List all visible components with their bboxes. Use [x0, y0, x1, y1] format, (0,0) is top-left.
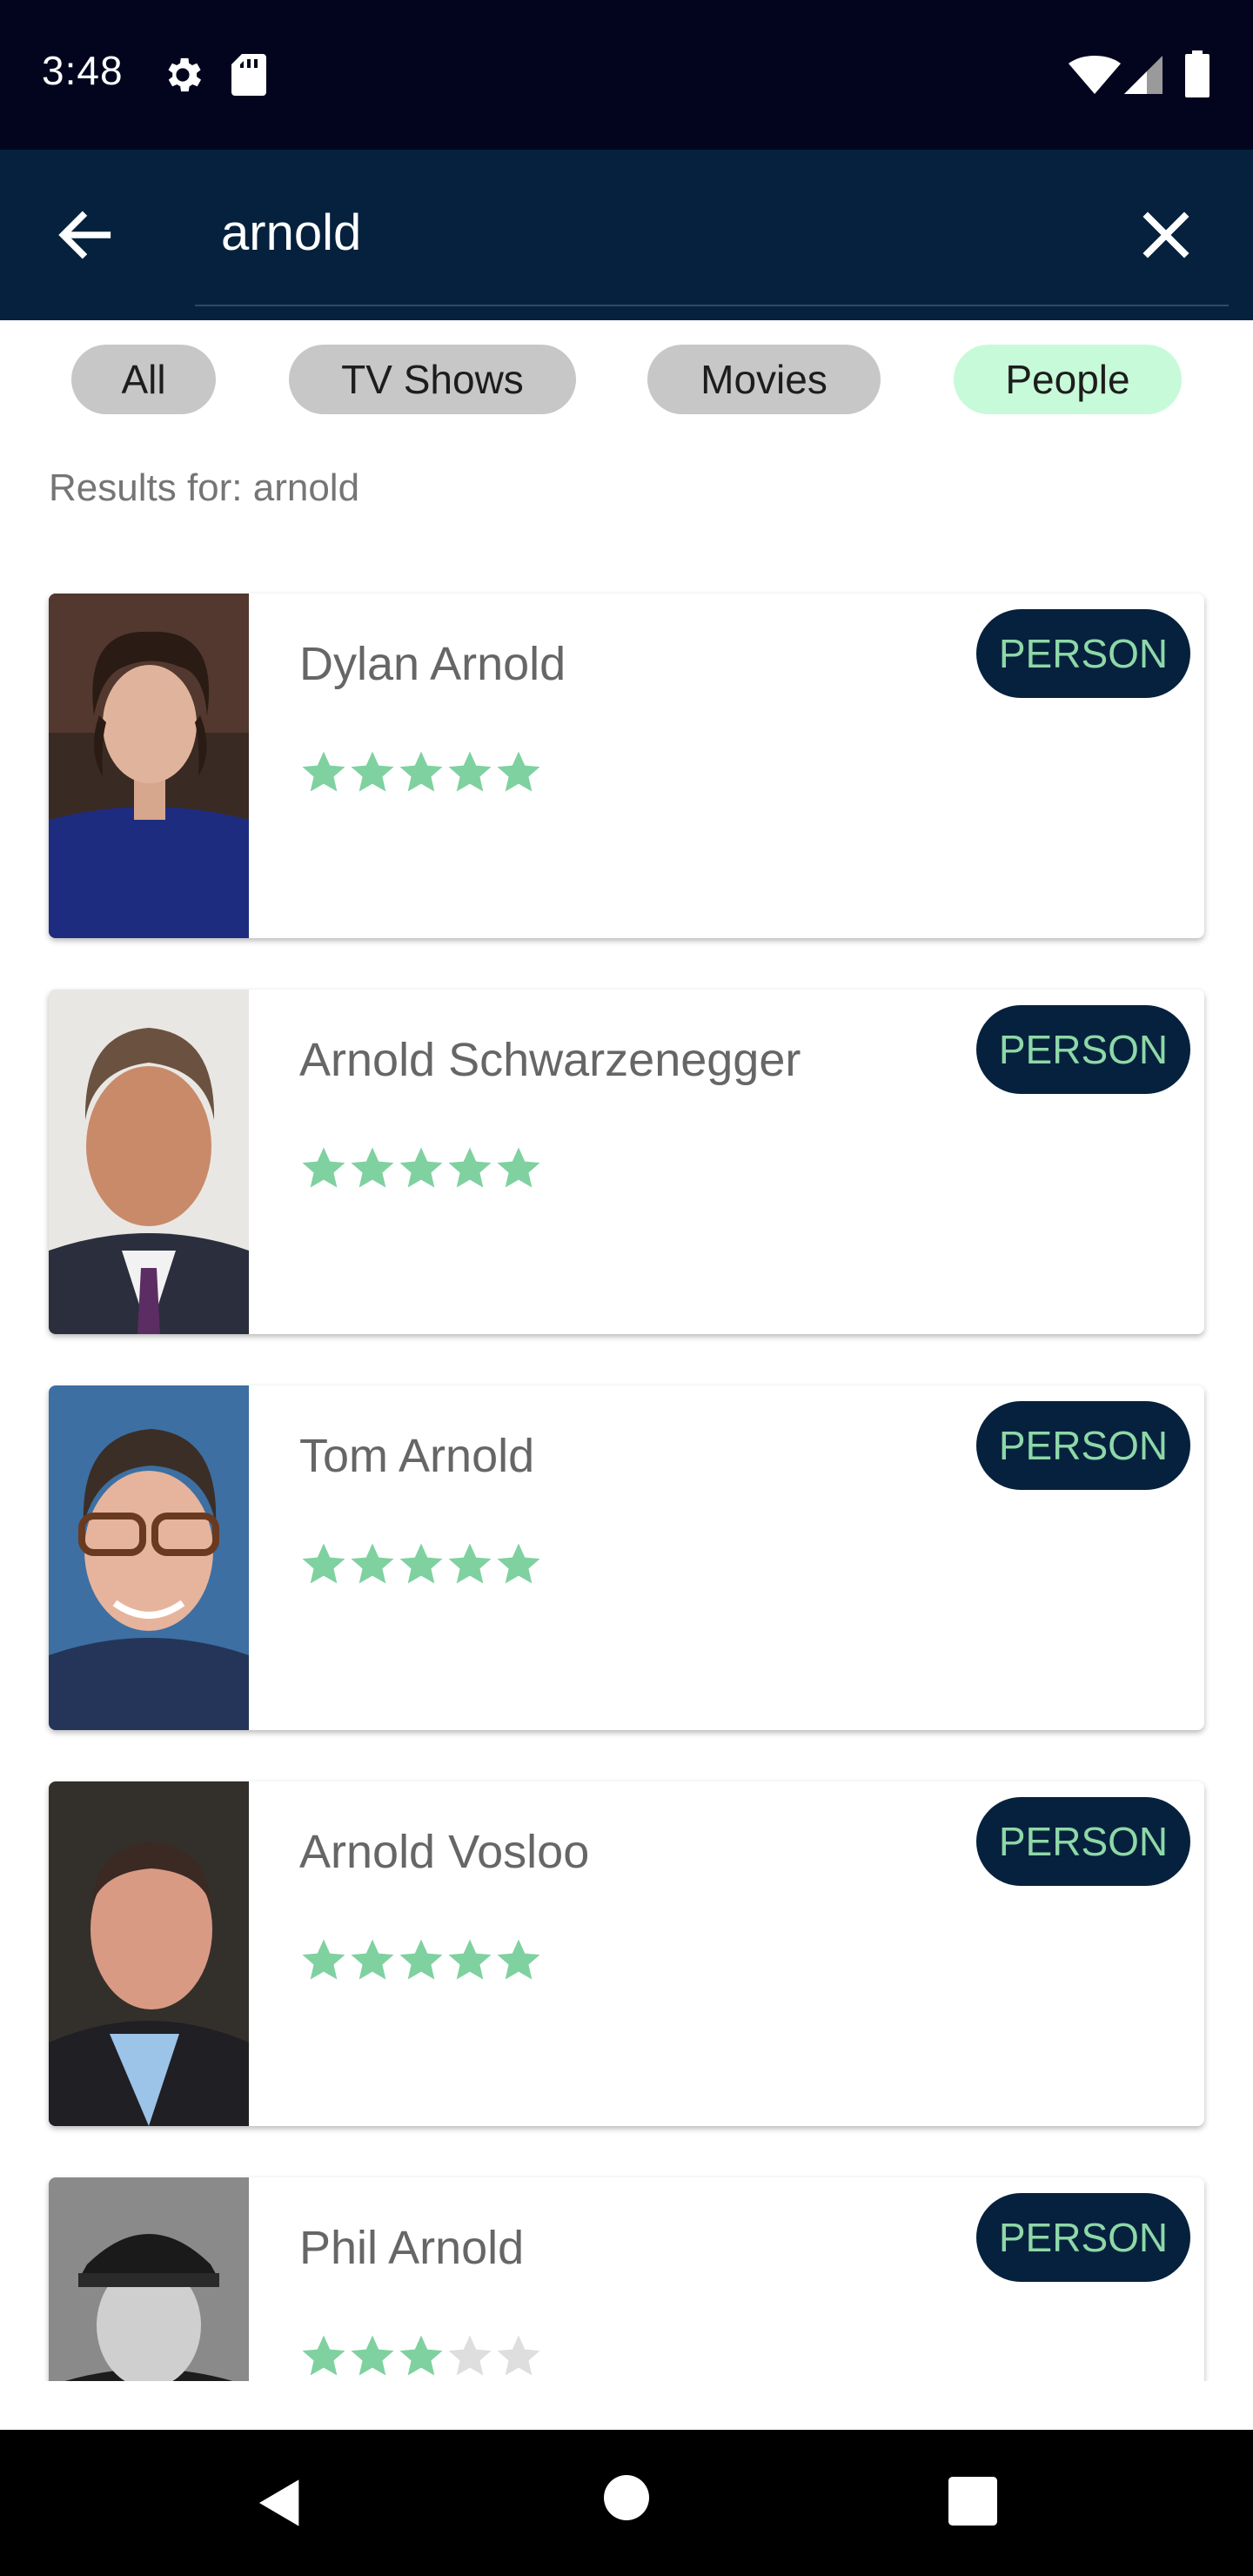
star-icon — [448, 751, 492, 792]
filter-chip-label: Movies — [700, 357, 828, 402]
nav-recents-icon[interactable] — [948, 2477, 997, 2526]
star-icon — [448, 1543, 492, 1584]
rating-stars — [299, 1144, 543, 1193]
star-icon — [302, 1939, 345, 1980]
star-icon — [448, 2335, 492, 2376]
gear-icon — [168, 57, 202, 92]
result-card[interactable]: Tom Arnold PERSON — [49, 1385, 1204, 1730]
star-icon — [351, 2335, 394, 2376]
filter-chip-label: People — [1005, 357, 1130, 402]
star-icon — [497, 1543, 540, 1584]
star-icon — [302, 1543, 345, 1584]
search-underline — [195, 305, 1229, 306]
results-label: Results for: arnold — [49, 466, 360, 509]
star-icon — [399, 1939, 443, 1980]
status-bar: 3:48 — [0, 0, 1253, 150]
person-photo — [49, 594, 249, 938]
star-icon — [497, 751, 540, 792]
star-icon — [497, 1147, 540, 1188]
wifi-icon — [1069, 56, 1121, 94]
system-nav-bar — [0, 2430, 1253, 2576]
star-icon — [399, 2335, 443, 2376]
star-icon — [302, 2335, 345, 2376]
nav-home-icon[interactable] — [604, 2475, 649, 2520]
person-name: Arnold Schwarzenegger — [299, 1034, 801, 1086]
star-icon — [351, 1543, 394, 1584]
rating-stars — [299, 1936, 543, 1985]
person-photo — [49, 1385, 249, 1730]
rating-stars — [299, 2332, 543, 2381]
filter-chip-label: All — [121, 357, 166, 402]
result-card[interactable]: Arnold Vosloo PERSON — [49, 1781, 1204, 2126]
star-icon — [497, 1939, 540, 1980]
star-icon — [351, 751, 394, 792]
status-time: 3:48 — [42, 48, 124, 93]
person-photo — [49, 1781, 249, 2126]
star-icon — [351, 1939, 394, 1980]
nav-back-icon[interactable] — [252, 2475, 308, 2531]
person-name: Arnold Vosloo — [299, 1826, 590, 1878]
result-card[interactable]: Dylan Arnold PERSON — [49, 594, 1204, 938]
filter-chip-tv-shows[interactable]: TV Shows — [289, 345, 576, 414]
filter-chip-all[interactable]: All — [71, 345, 216, 414]
star-icon — [302, 1147, 345, 1188]
person-name: Phil Arnold — [299, 2222, 525, 2274]
person-badge: PERSON — [976, 1797, 1190, 1886]
person-photo — [49, 989, 249, 1334]
person-name: Tom Arnold — [299, 1430, 535, 1482]
filter-chip-label: TV Shows — [341, 357, 524, 402]
battery-icon — [1185, 50, 1209, 97]
star-icon — [302, 751, 345, 792]
result-card[interactable]: Arnold Schwarzenegger PERSON — [49, 989, 1204, 1334]
rating-stars — [299, 1540, 543, 1589]
filter-chip-people[interactable]: People — [954, 345, 1182, 414]
close-icon[interactable] — [1135, 204, 1197, 266]
star-icon — [399, 751, 443, 792]
star-icon — [497, 2335, 540, 2376]
star-icon — [399, 1147, 443, 1188]
star-icon — [399, 1543, 443, 1584]
search-input[interactable] — [195, 184, 1169, 280]
person-name: Dylan Arnold — [299, 638, 566, 690]
person-badge: PERSON — [976, 1005, 1190, 1094]
star-icon — [448, 1147, 492, 1188]
arrow-left-icon[interactable] — [52, 202, 118, 268]
signal-icon — [1124, 56, 1163, 94]
rating-stars — [299, 748, 543, 797]
star-icon — [448, 1939, 492, 1980]
person-badge: PERSON — [976, 609, 1190, 698]
results-list[interactable]: Dylan Arnold PERSON Arnold Schwarzenegge… — [0, 566, 1253, 2381]
star-icon — [351, 1147, 394, 1188]
filter-chip-movies[interactable]: Movies — [647, 345, 881, 414]
person-badge: PERSON — [976, 1401, 1190, 1490]
result-card[interactable]: Phil Arnold PERSON — [49, 2177, 1204, 2381]
sd-card-icon — [231, 54, 266, 96]
search-toolbar — [0, 150, 1253, 320]
person-photo — [49, 2177, 249, 2381]
person-badge: PERSON — [976, 2193, 1190, 2282]
